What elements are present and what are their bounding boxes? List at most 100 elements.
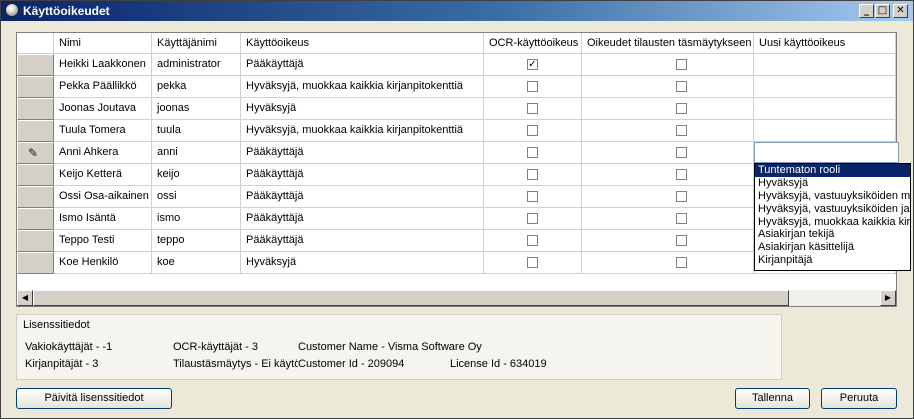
order-matching-checkbox[interactable] (676, 213, 687, 224)
column-header-username[interactable]: Käyttäjänimi (152, 33, 241, 54)
dropdown-option[interactable]: Hyväksyjä (755, 177, 910, 190)
new-role-dropdown-list[interactable]: Tuntematon rooli Hyväksyjä Hyväksyjä, vast… (754, 163, 911, 271)
ocr-checkbox[interactable] (527, 103, 538, 114)
row-header[interactable] (17, 76, 54, 98)
cell-name[interactable]: Teppo Testi (54, 230, 152, 252)
order-matching-checkbox[interactable] (676, 235, 687, 246)
cell-new-role[interactable] (754, 120, 896, 142)
cell-username[interactable]: ossi (152, 186, 241, 208)
scroll-thumb[interactable] (33, 290, 789, 306)
cell-role[interactable]: Pääkäyttäjä (241, 164, 484, 186)
cell-name[interactable]: Ossi Osa-aikainen (54, 186, 152, 208)
row-header[interactable]: ✎ (17, 142, 54, 164)
ocr-checkbox[interactable] (527, 235, 538, 246)
cell-role[interactable]: Pääkäyttäjä (241, 54, 484, 76)
table-row[interactable]: Heikki Laakkonen administrator Pääkäyttäjä… (17, 54, 896, 76)
column-header-name[interactable]: Nimi (54, 33, 152, 54)
cell-name[interactable]: Pekka Päällikkö (54, 76, 152, 98)
permissions-window: Käyttöoikeudet _ □ ✕ Nimi Käyttäjänimi K… (0, 0, 914, 419)
ocr-checkbox[interactable]: ✓ (527, 59, 538, 70)
cell-name[interactable]: Koe Henkilö (54, 252, 152, 274)
column-header-order-matching[interactable]: Oikeudet tilausten täsmäytykseen (582, 33, 754, 54)
dropdown-option[interactable]: Tuntematon rooli (755, 164, 910, 177)
cell-role[interactable]: Hyväksyjä (241, 98, 484, 120)
new-role-combobox[interactable] (754, 142, 899, 163)
cell-name[interactable]: Joonas Joutava (54, 98, 152, 120)
cell-role[interactable]: Hyväksyjä (241, 252, 484, 274)
maximize-button[interactable]: □ (875, 4, 890, 18)
row-header[interactable] (17, 230, 54, 252)
scroll-right-arrow-icon[interactable]: ▶ (880, 290, 896, 306)
cell-name[interactable]: Heikki Laakkonen (54, 54, 152, 76)
column-header-ocr[interactable]: OCR-käyttöoikeus (484, 33, 582, 54)
table-row[interactable]: Tuula Tomera tuula Hyväksyjä, muokkaa kaik… (17, 120, 896, 142)
ocr-checkbox[interactable] (527, 257, 538, 268)
dropdown-option[interactable]: Asiakirjan käsittelijä (755, 241, 910, 254)
dropdown-option[interactable]: Hyväksyjä, muokkaa kaikkia kirj (755, 216, 910, 229)
row-header[interactable] (17, 208, 54, 230)
order-matching-checkbox[interactable] (676, 125, 687, 136)
ocr-checkbox[interactable] (527, 81, 538, 92)
row-header[interactable] (17, 120, 54, 142)
horizontal-scrollbar[interactable]: ◀ ▶ (17, 290, 896, 306)
cell-username[interactable]: pekka (152, 76, 241, 98)
dropdown-option[interactable]: Hyväksyjä, vastuuyksiköiden mu (755, 190, 910, 203)
cell-name[interactable]: Tuula Tomera (54, 120, 152, 142)
row-header[interactable] (17, 164, 54, 186)
row-header[interactable] (17, 186, 54, 208)
order-matching-checkbox[interactable] (676, 59, 687, 70)
row-header[interactable] (17, 54, 54, 76)
cell-name[interactable]: Keijo Ketterä (54, 164, 152, 186)
order-matching-checkbox[interactable] (676, 257, 687, 268)
cell-ocr (484, 142, 582, 164)
cell-username[interactable]: tuula (152, 120, 241, 142)
cell-role[interactable]: Pääkäyttäjä (241, 230, 484, 252)
cell-order-matching (582, 54, 754, 76)
customer-id: Customer Id - 209094 (298, 358, 405, 370)
dropdown-option[interactable]: Hyväksyjä, vastuuyksiköiden ja (755, 203, 910, 216)
cell-username[interactable]: koe (152, 252, 241, 274)
cell-role[interactable]: Hyväksyjä, muokkaa kaikkia kirjanpitoken… (241, 76, 484, 98)
ocr-checkbox[interactable] (527, 169, 538, 180)
scroll-left-arrow-icon[interactable]: ◀ (17, 290, 33, 306)
ocr-checkbox[interactable] (527, 213, 538, 224)
table-row[interactable]: Pekka Päällikkö pekka Hyväksyjä, muokkaa k… (17, 76, 896, 98)
cell-username[interactable]: administrator (152, 54, 241, 76)
cell-username[interactable]: joonas (152, 98, 241, 120)
cell-role[interactable]: Pääkäyttäjä (241, 208, 484, 230)
cell-username[interactable]: anni (152, 142, 241, 164)
dropdown-option[interactable]: Kirjanpitäjä (755, 254, 910, 267)
cell-new-role[interactable] (754, 54, 896, 76)
column-header-role[interactable]: Käyttöoikeus (241, 33, 484, 54)
dropdown-option[interactable]: Asiakirjan tekijä (755, 228, 910, 241)
cell-new-role[interactable] (754, 76, 896, 98)
cell-username[interactable]: teppo (152, 230, 241, 252)
cell-username[interactable]: keijo (152, 164, 241, 186)
cell-role[interactable]: Hyväksyjä, muokkaa kaikkia kirjanpitoken… (241, 120, 484, 142)
title-bar[interactable]: Käyttöoikeudet _ □ ✕ (1, 1, 913, 21)
save-button[interactable]: Tallenna (735, 388, 810, 409)
close-button[interactable]: ✕ (893, 4, 908, 18)
row-header[interactable] (17, 252, 54, 274)
ocr-checkbox[interactable] (527, 191, 538, 202)
order-matching-checkbox[interactable] (676, 147, 687, 158)
cell-role[interactable]: Pääkäyttäjä (241, 186, 484, 208)
order-matching-checkbox[interactable] (676, 81, 687, 92)
ocr-checkbox[interactable] (527, 125, 538, 136)
cancel-button[interactable]: Peruuta (821, 388, 897, 409)
column-header-new-role[interactable]: Uusi käyttöoikeus (754, 33, 896, 54)
order-matching-checkbox[interactable] (676, 103, 687, 114)
cell-username[interactable]: ismo (152, 208, 241, 230)
ocr-checkbox[interactable] (527, 147, 538, 158)
minimize-button[interactable]: _ (859, 4, 874, 18)
cell-name[interactable]: Ismo Isäntä (54, 208, 152, 230)
cell-name[interactable]: Anni Ahkera (54, 142, 152, 164)
refresh-license-button[interactable]: Päivitä lisenssitiedot (16, 388, 172, 409)
order-matching-checkbox[interactable] (676, 191, 687, 202)
cell-ocr: ✓ (484, 54, 582, 76)
table-row[interactable]: Joonas Joutava joonas Hyväksyjä (17, 98, 896, 120)
order-matching-checkbox[interactable] (676, 169, 687, 180)
row-header[interactable] (17, 98, 54, 120)
cell-new-role[interactable] (754, 98, 896, 120)
cell-role[interactable]: Pääkäyttäjä (241, 142, 484, 164)
